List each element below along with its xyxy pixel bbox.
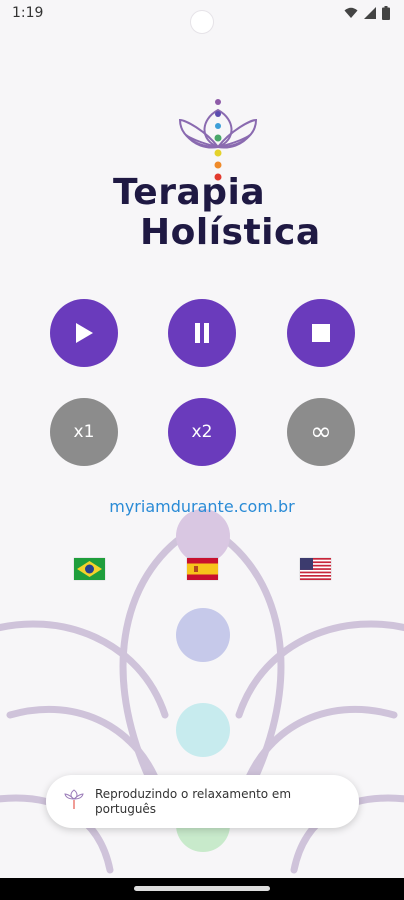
navigation-bar <box>0 878 404 900</box>
wifi-icon <box>344 7 358 18</box>
camera-cutout <box>190 10 214 34</box>
usa-flag-icon[interactable] <box>300 558 331 580</box>
signal-icon <box>364 7 376 19</box>
battery-icon <box>382 6 390 20</box>
stop-icon <box>312 324 330 342</box>
brand-title-line1: Terapia <box>113 172 266 213</box>
brazil-flag-icon[interactable] <box>74 558 105 580</box>
loop-button[interactable]: ∞ <box>287 398 355 466</box>
stop-button[interactable] <box>287 299 355 367</box>
website-link[interactable]: myriamdurante.com.br <box>0 497 404 516</box>
toast-message: Reproduzindo o relaxamento em português <box>95 787 292 816</box>
pause-icon <box>195 323 209 343</box>
spain-flag-icon[interactable] <box>187 558 218 580</box>
brand-title-line2: Holística <box>140 212 321 253</box>
home-handle[interactable] <box>134 886 270 891</box>
play-button[interactable] <box>50 299 118 367</box>
status-icons <box>344 6 390 20</box>
infinity-icon: ∞ <box>310 417 332 447</box>
play-icon <box>76 323 93 343</box>
pause-button[interactable] <box>168 299 236 367</box>
toast-notification: Reproduzindo o relaxamento em português <box>46 775 359 828</box>
speed-x2-button[interactable]: x2 <box>168 398 236 466</box>
lotus-app-icon <box>64 789 84 809</box>
speed-x2-label: x2 <box>191 422 213 442</box>
speed-x1-button[interactable]: x1 <box>50 398 118 466</box>
speed-x1-label: x1 <box>73 422 95 442</box>
status-time: 1:19 <box>12 5 44 21</box>
